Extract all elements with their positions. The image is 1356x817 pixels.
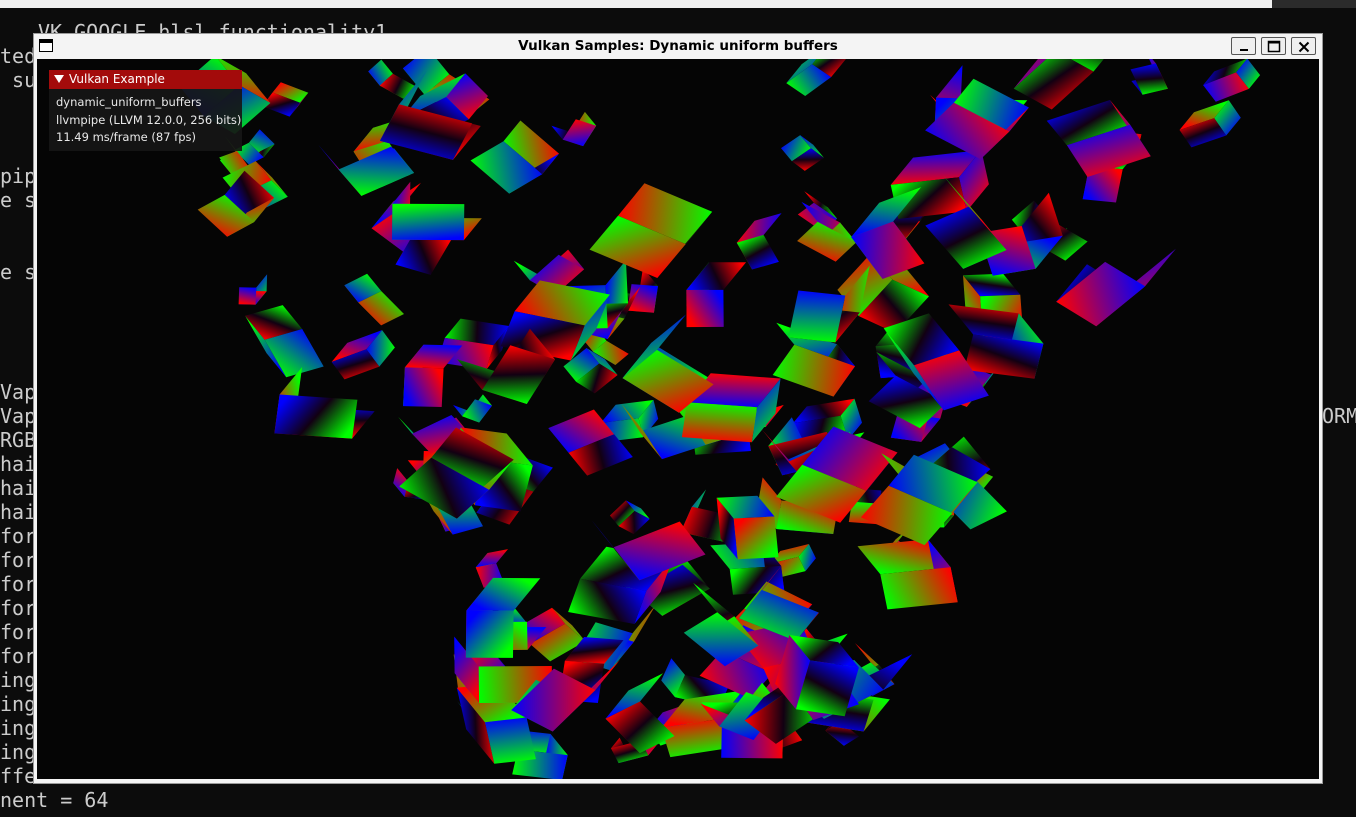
terminal-line: hai	[0, 476, 37, 500]
terminal-line: ing	[0, 692, 37, 716]
terminal-line: su	[0, 68, 37, 92]
cube	[331, 330, 395, 380]
terminal-line: e s	[0, 260, 37, 284]
terminal-line: for	[0, 620, 37, 644]
overlay-header[interactable]: Vulkan Example	[49, 70, 242, 89]
cube	[609, 500, 650, 535]
minimize-icon	[1240, 49, 1248, 51]
overlay-frame-time: 11.49 ms/frame (87 fps)	[56, 130, 197, 144]
terminal-line: RGB	[0, 428, 37, 452]
minimize-button[interactable]	[1231, 37, 1256, 55]
cube-face	[403, 367, 444, 407]
cube-face	[238, 287, 257, 305]
cube-face	[1056, 261, 1146, 327]
cube-face	[733, 516, 779, 560]
cube	[781, 135, 824, 171]
terminal-line: hai	[0, 500, 37, 524]
terminal-line: e s	[0, 188, 37, 212]
cube	[392, 181, 482, 241]
cube	[857, 539, 958, 610]
cube	[1046, 100, 1151, 177]
terminal-line: ing	[0, 716, 37, 740]
terminal-fragment-right: ORM	[1322, 404, 1356, 428]
maximize-icon	[1267, 40, 1281, 53]
terminal-top-bar	[0, 0, 1356, 8]
terminal-line: for	[0, 596, 37, 620]
cube-face	[274, 394, 358, 439]
cube	[1179, 100, 1241, 148]
cube-face	[686, 289, 724, 328]
cube-face	[466, 577, 541, 611]
maximize-button[interactable]	[1261, 37, 1286, 55]
collapse-triangle-icon[interactable]	[54, 75, 64, 83]
cube	[736, 213, 782, 270]
cube	[470, 120, 559, 194]
cube	[245, 305, 324, 378]
cube	[589, 183, 713, 278]
imgui-overlay-panel[interactable]: Vulkan Example dynamic_uniform_buffers l…	[49, 70, 242, 151]
terminal-line: for	[0, 524, 37, 548]
cube-face	[686, 262, 747, 290]
cube-face	[797, 221, 857, 262]
terminal-line: ing	[0, 668, 37, 692]
cube-face	[681, 402, 757, 443]
cube	[925, 78, 1029, 160]
cube-face	[1130, 63, 1168, 95]
close-icon	[1298, 41, 1310, 53]
cube	[686, 262, 747, 328]
terminal-line: for	[0, 572, 37, 596]
cube	[1056, 248, 1176, 327]
cube	[274, 367, 375, 439]
window-titlebar[interactable]: Vulkan Samples: Dynamic uniform buffers	[34, 34, 1322, 59]
cube	[262, 82, 309, 117]
overlay-device-name: llvmpipe (LLVM 12.0.0, 256 bits)	[56, 113, 242, 127]
overlay-sample-name: dynamic_uniform_buffers	[56, 95, 202, 109]
cube	[890, 150, 989, 219]
cube	[1130, 59, 1168, 95]
terminal-line: hai	[0, 452, 37, 476]
terminal-line-bottom: nent = 64	[0, 788, 109, 812]
cube-face	[465, 610, 514, 658]
close-button[interactable]	[1291, 37, 1316, 55]
cube	[1203, 59, 1261, 102]
cube-face	[880, 567, 958, 610]
terminal-line: pip	[0, 164, 37, 188]
cube	[238, 274, 268, 305]
cube-face	[392, 203, 465, 241]
terminal-line: ted	[0, 44, 37, 68]
terminal-line: ing	[0, 740, 37, 764]
cube	[453, 394, 492, 423]
cube-scene	[179, 59, 1261, 779]
cube-face	[338, 146, 415, 196]
cube	[786, 59, 846, 96]
vulkan-window[interactable]: Vulkan Samples: Dynamic uniform buffers …	[33, 33, 1323, 784]
cube	[403, 344, 463, 407]
window-title: Vulkan Samples: Dynamic uniform buffers	[518, 38, 838, 54]
cube-face	[788, 290, 846, 343]
terminal-line: for	[0, 548, 37, 572]
render-viewport[interactable]: Vulkan Example dynamic_uniform_buffers l…	[37, 59, 1319, 779]
overlay-title: Vulkan Example	[69, 72, 165, 86]
cube	[344, 273, 404, 326]
cube	[551, 111, 597, 147]
terminal-line: for	[0, 644, 37, 668]
